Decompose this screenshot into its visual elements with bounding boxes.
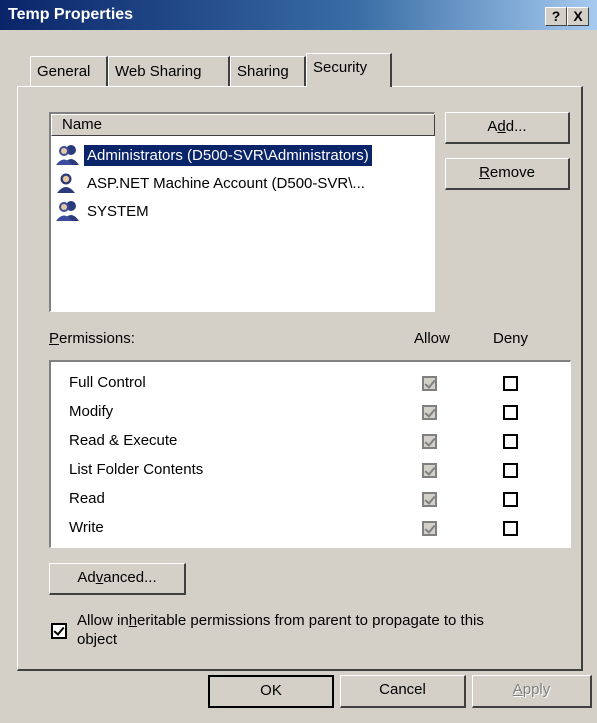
- inherit-label[interactable]: Allow inheritable permissions from paren…: [77, 611, 567, 649]
- remove-button[interactable]: Remove: [445, 158, 570, 190]
- add-label-key: d: [497, 118, 506, 135]
- tab-web-sharing[interactable]: Web Sharing: [108, 56, 230, 86]
- allow-checkbox[interactable]: [422, 405, 437, 420]
- permission-name: Read: [69, 490, 105, 507]
- user-icon: [55, 172, 81, 194]
- permission-row: Full Control: [51, 369, 571, 398]
- help-button[interactable]: ?: [545, 7, 567, 26]
- tab-security[interactable]: Security: [306, 53, 392, 87]
- allow-checkbox[interactable]: [422, 492, 437, 507]
- permissions-label-post: ermissions:: [59, 330, 135, 347]
- deny-checkbox[interactable]: [503, 492, 518, 507]
- deny-checkbox[interactable]: [503, 463, 518, 478]
- advanced-label-pre: Ad: [77, 569, 96, 586]
- permissions-label-key: P: [49, 330, 60, 347]
- add-button[interactable]: Add...: [445, 112, 570, 144]
- advanced-button[interactable]: Advanced...: [49, 563, 186, 595]
- user-name: SYSTEM: [87, 202, 149, 220]
- title-bar: Temp Properties ? X: [0, 0, 597, 30]
- permission-name: Write: [69, 519, 104, 536]
- permission-name: Full Control: [69, 374, 146, 391]
- window-title: Temp Properties: [8, 6, 134, 23]
- list-item[interactable]: ASP.NET Machine Account (D500-SVR\...: [55, 170, 368, 196]
- permissions-label: Permissions:: [49, 330, 135, 347]
- group-users-icon: [55, 144, 81, 166]
- close-button[interactable]: X: [567, 7, 589, 26]
- permission-name: Read & Execute: [69, 432, 178, 449]
- permission-name: Modify: [69, 403, 114, 420]
- add-label-pre: A: [487, 118, 498, 135]
- remove-label-post: emove: [489, 164, 535, 181]
- ok-label: OK: [260, 682, 282, 699]
- inherit-label-key: h: [128, 612, 138, 629]
- inherit-label-line2: object: [77, 631, 118, 648]
- advanced-label-post: anced...: [103, 569, 157, 586]
- permission-row: List Folder Contents: [51, 456, 571, 485]
- tab-label: General: [37, 63, 91, 80]
- inherit-checkbox[interactable]: [51, 623, 67, 639]
- remove-label-key: R: [479, 164, 490, 181]
- permission-row: Read: [51, 485, 571, 514]
- deny-checkbox[interactable]: [503, 521, 518, 536]
- inherit-label-post: eritable permissions from parent to prop…: [137, 612, 484, 629]
- deny-column-header: Deny: [493, 330, 529, 347]
- deny-checkbox[interactable]: [503, 434, 518, 449]
- allow-checkbox[interactable]: [422, 463, 437, 478]
- tab-label: Sharing: [237, 63, 289, 80]
- user-list[interactable]: Name Administrators (D500-SVR\Administra…: [49, 112, 435, 312]
- apply-label-post: pply: [522, 681, 551, 698]
- allow-column-header: Allow: [414, 330, 450, 347]
- permission-name: List Folder Contents: [69, 461, 204, 478]
- deny-checkbox[interactable]: [503, 405, 518, 420]
- allow-checkbox[interactable]: [422, 434, 437, 449]
- name-column-header[interactable]: Name: [51, 114, 435, 136]
- allow-checkbox[interactable]: [422, 521, 437, 536]
- ok-button[interactable]: OK: [208, 675, 334, 708]
- allow-checkbox[interactable]: [422, 376, 437, 391]
- tab-label: Web Sharing: [115, 63, 202, 80]
- tab-label: Security: [313, 59, 368, 76]
- tab-general[interactable]: General: [30, 56, 108, 86]
- list-item[interactable]: SYSTEM: [55, 198, 152, 224]
- add-label-post: d...: [505, 118, 527, 135]
- user-name: Administrators (D500-SVR\Administrators): [83, 143, 373, 167]
- list-item[interactable]: Administrators (D500-SVR\Administrators): [55, 142, 373, 168]
- security-panel: Name Administrators (D500-SVR\Administra…: [17, 86, 583, 671]
- tab-sharing[interactable]: Sharing: [230, 56, 306, 86]
- permission-row: Write: [51, 514, 571, 543]
- permission-row: Modify: [51, 398, 571, 427]
- user-name: ASP.NET Machine Account (D500-SVR\...: [87, 174, 365, 192]
- inherit-label-pre: Allow in: [77, 612, 129, 629]
- cancel-label: Cancel: [379, 681, 426, 698]
- permission-row: Read & Execute: [51, 427, 571, 456]
- group-users-icon: [55, 200, 81, 222]
- cancel-button[interactable]: Cancel: [340, 675, 466, 708]
- apply-button[interactable]: Apply: [472, 675, 592, 708]
- apply-label-key: A: [512, 681, 523, 698]
- deny-checkbox[interactable]: [503, 376, 518, 391]
- permissions-list: Full Control Modify Read & Execute List …: [49, 360, 571, 548]
